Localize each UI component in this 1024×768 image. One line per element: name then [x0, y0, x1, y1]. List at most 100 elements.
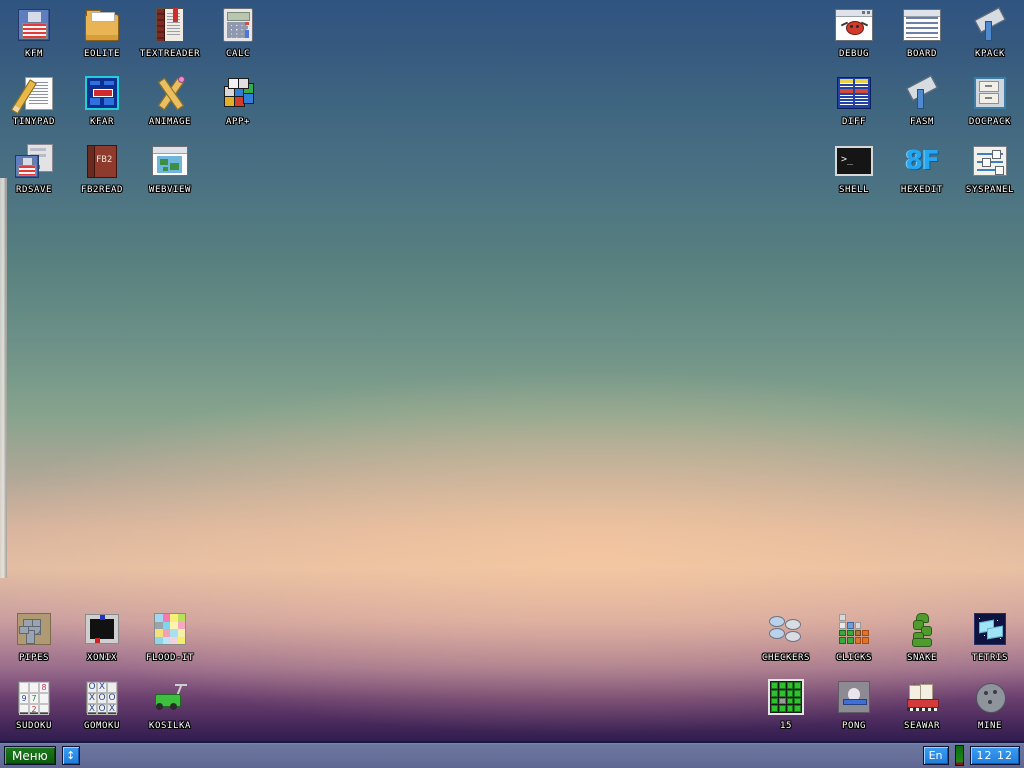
desktop-icon-sudoku[interactable]: 8 97 2 SUDOKU — [0, 676, 68, 731]
ramdisk-save-icon — [0, 140, 68, 182]
taskbar[interactable]: Меню ↕ En 12 12 — [0, 741, 1024, 768]
hammer-icon — [888, 72, 956, 114]
clock-button[interactable]: 12 12 — [970, 746, 1021, 765]
icon-label: DEBUG — [820, 49, 888, 59]
icon-label: PONG — [820, 721, 888, 731]
desktop-icon-fifteen[interactable]: 15 — [752, 676, 820, 731]
desktop-icon-shell[interactable]: >_ SHELL — [820, 140, 888, 195]
lawnmower-game-icon — [136, 676, 204, 718]
system-tray: En 12 12 — [923, 745, 1020, 766]
icon-label: SYSPANEL — [956, 185, 1024, 195]
minesweeper-game-icon — [956, 676, 1024, 718]
desktop-icon-seawar[interactable]: SEAWAR — [888, 676, 956, 731]
icon-label: CLICKS — [820, 653, 888, 663]
sliders-icon — [956, 140, 1024, 182]
icon-label: TETRIS — [956, 653, 1024, 663]
fb2-book-icon: FB2 — [68, 140, 136, 182]
floppy-disk-icon — [0, 4, 68, 46]
desktop-icon-clicks[interactable]: CLICKS — [820, 608, 888, 663]
desktop-icon-tinypad[interactable]: TINYPAD — [0, 72, 68, 127]
icon-label: TINYPAD — [0, 117, 68, 127]
minimize-all-icon[interactable]: ↕ — [62, 746, 80, 765]
web-browser-icon — [136, 140, 204, 182]
desktop-icon-eolite[interactable]: EOLITE — [68, 4, 136, 59]
desktop-icon-pong[interactable]: PONG — [820, 676, 888, 731]
desktop-icon-kosilka[interactable]: KOSILKA — [136, 676, 204, 731]
pipes-game-icon — [0, 608, 68, 650]
terminal-icon: >_ — [820, 140, 888, 182]
gomoku-game-icon: OX XOO XOX — [68, 676, 136, 718]
pencils-icon — [136, 72, 204, 114]
desktop-icon-mine[interactable]: MINE — [956, 676, 1024, 731]
desktop-icon-debug[interactable]: DEBUG — [820, 4, 888, 59]
desktop-icon-textreader[interactable]: TEXTREADER — [136, 4, 204, 59]
icon-label: FB2READ — [68, 185, 136, 195]
desktop-icon-tetris[interactable]: TETRIS — [956, 608, 1024, 663]
icon-label: MINE — [956, 721, 1024, 731]
desktop-icon-checkers[interactable]: CHECKERS — [752, 608, 820, 663]
desktop-icon-gomoku[interactable]: OX XOO XOX GOMOKU — [68, 676, 136, 731]
desktop-icon-calc[interactable]: CALC — [204, 4, 272, 59]
icon-label: DIFF — [820, 117, 888, 127]
icon-label: 15 — [752, 721, 820, 731]
start-menu-button[interactable]: Меню — [4, 746, 56, 765]
flood-it-game-icon — [136, 608, 204, 650]
icon-label: KPACK — [956, 49, 1024, 59]
book-icon — [136, 4, 204, 46]
icon-label: SNAKE — [888, 653, 956, 663]
file-manager-icon — [68, 72, 136, 114]
desktop-icon-syspanel[interactable]: SYSPANEL — [956, 140, 1024, 195]
desktop-icon-board[interactable]: BOARD — [888, 4, 956, 59]
folder-icon — [68, 4, 136, 46]
icon-label: CHECKERS — [752, 653, 820, 663]
language-indicator-button[interactable]: En — [923, 746, 949, 765]
desktop-icon-docpack[interactable]: DOCPACK — [956, 72, 1024, 127]
icon-label: DOCPACK — [956, 117, 1024, 127]
icon-label: SUDOKU — [0, 721, 68, 731]
hex-editor-bf-icon: 8F — [888, 140, 956, 182]
desktop-icon-webview[interactable]: WEBVIEW — [136, 140, 204, 195]
icon-label: HEXEDIT — [888, 185, 956, 195]
desktop-icon-kfm[interactable]: KFM — [0, 4, 68, 59]
desktop-icon-rdsave[interactable]: RDSAVE — [0, 140, 68, 195]
desktop-icon-fasm[interactable]: FASM — [888, 72, 956, 127]
tetris-game-icon — [956, 608, 1024, 650]
diff-columns-icon — [820, 72, 888, 114]
icon-label: GOMOKU — [68, 721, 136, 731]
left-edge-panel-strip[interactable] — [0, 178, 7, 578]
desktop-icon-kfar[interactable]: KFAR — [68, 72, 136, 127]
seawar-game-icon — [888, 676, 956, 718]
desktop-icon-snake[interactable]: SNAKE — [888, 608, 956, 663]
rubik-cube-icon — [204, 72, 272, 114]
icon-label: CALC — [204, 49, 272, 59]
icon-label: KFAR — [68, 117, 136, 127]
icon-label: SHELL — [820, 185, 888, 195]
desktop-icon-pipes[interactable]: PIPES — [0, 608, 68, 663]
icon-label: FASM — [888, 117, 956, 127]
icon-label: XONIX — [68, 653, 136, 663]
icon-label: EOLITE — [68, 49, 136, 59]
xonix-game-icon — [68, 608, 136, 650]
desktop-icon-diff[interactable]: DIFF — [820, 72, 888, 127]
desktop-icon-xonix[interactable]: XONIX — [68, 608, 136, 663]
icon-label: FLOOD-IT — [136, 653, 204, 663]
desktop-icon-kpack[interactable]: KPACK — [956, 4, 1024, 59]
desktop-icon-flood-it[interactable]: FLOOD-IT — [136, 608, 204, 663]
cpu-load-meter — [955, 745, 964, 766]
desktop[interactable]: KFM EOLITE TEXTREADER CALC — [0, 0, 1024, 768]
desktop-icon-animage[interactable]: ANIMAGE — [136, 72, 204, 127]
icon-label: BOARD — [888, 49, 956, 59]
snake-game-icon — [888, 608, 956, 650]
desktop-icon-hexedit[interactable]: 8F HEXEDIT — [888, 140, 956, 195]
fifteen-game-icon — [752, 676, 820, 718]
pong-game-icon — [820, 676, 888, 718]
clicks-game-icon — [820, 608, 888, 650]
notepad-pencil-icon — [0, 72, 68, 114]
icon-label: APP+ — [204, 117, 272, 127]
sudoku-game-icon: 8 97 2 — [0, 676, 68, 718]
icon-label: WEBVIEW — [136, 185, 204, 195]
desktop-icon-fb2read[interactable]: FB2 FB2READ — [68, 140, 136, 195]
desktop-icon-appplus[interactable]: APP+ — [204, 72, 272, 127]
icon-label: PIPES — [0, 653, 68, 663]
icon-label: ANIMAGE — [136, 117, 204, 127]
